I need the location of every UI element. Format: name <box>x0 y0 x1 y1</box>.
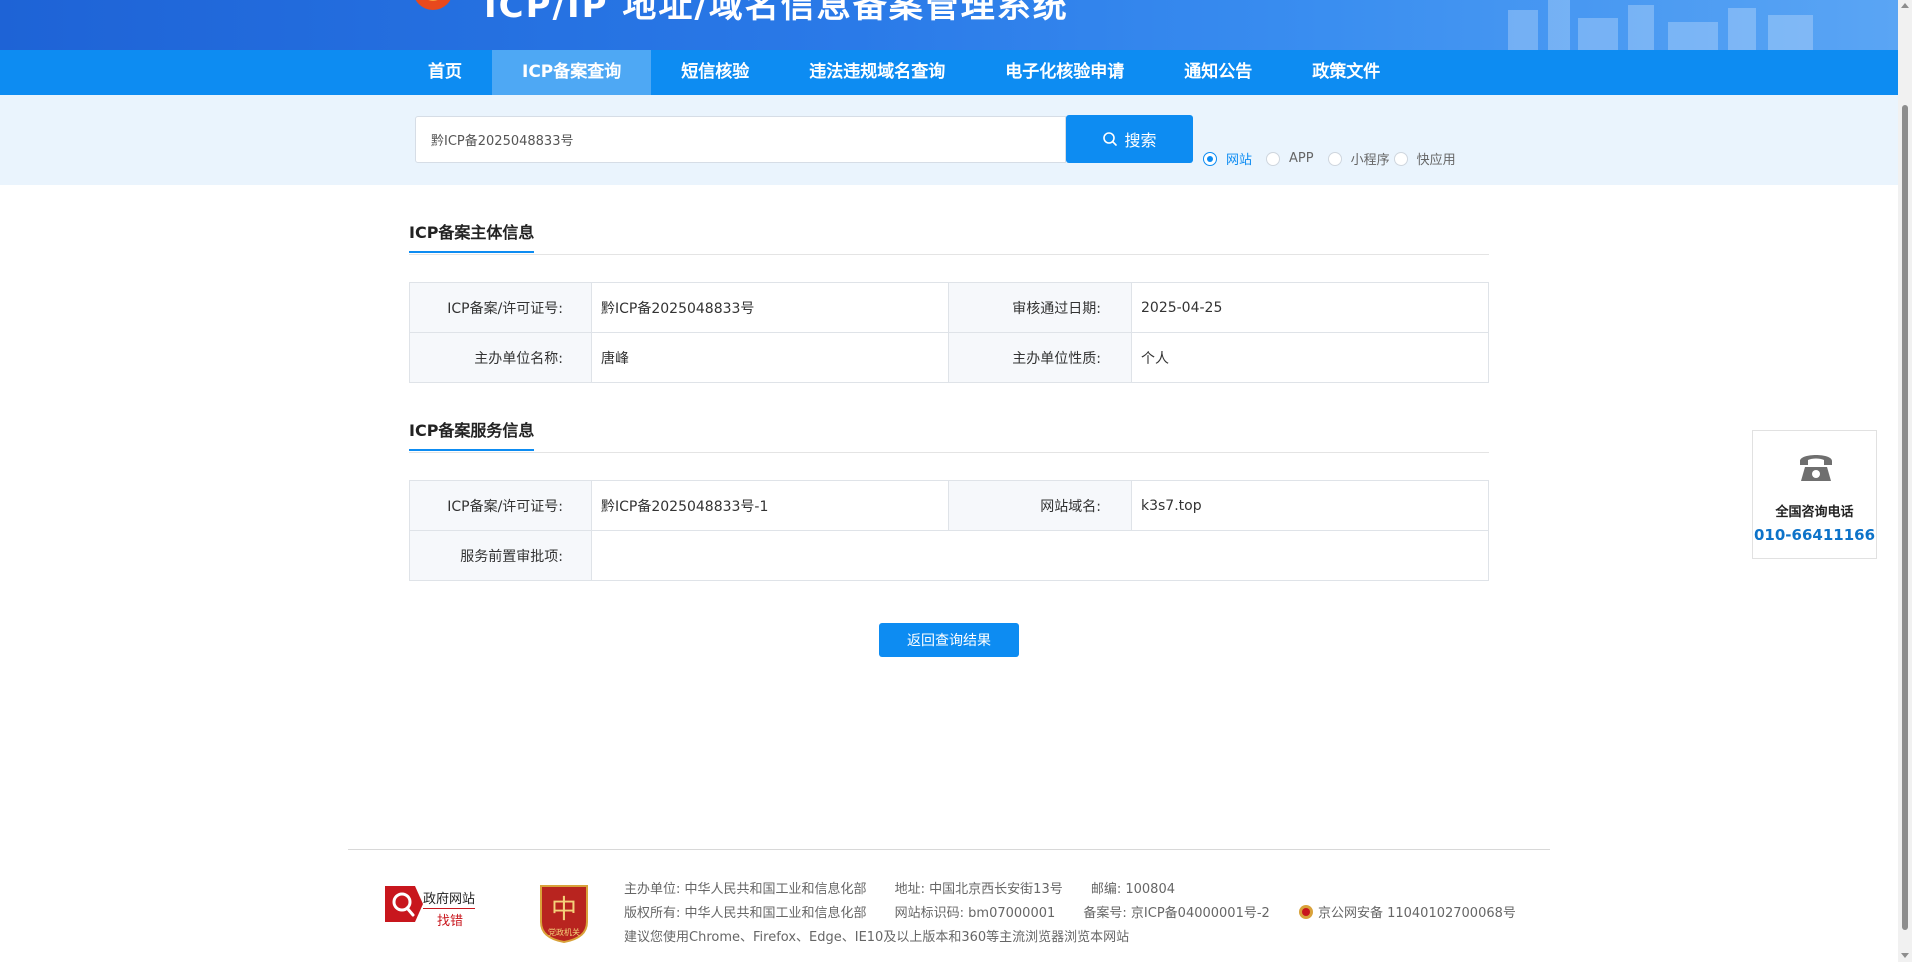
gov-site-error-badge[interactable]: 政府网站 找错 <box>385 882 485 929</box>
service-info-table: ICP备案/许可证号: 黔ICP备2025048833号-1 网站域名: k3s… <box>409 480 1489 581</box>
telephone-icon <box>1800 455 1832 481</box>
section-header: ICP备案主体信息 <box>409 207 1489 255</box>
page-scrollbar[interactable] <box>1898 0 1912 962</box>
subject-info-section: ICP备案主体信息 <box>409 207 1489 255</box>
footer-host: 主办单位: 中华人民共和国工业和信息化部 <box>624 882 867 897</box>
nav-item-illegal-domain-query[interactable]: 违法违规域名查询 <box>779 50 975 95</box>
party-gov-label: 党政机关 <box>548 928 580 937</box>
footer-address: 地址: 中国北京西长安街13号 <box>894 882 1063 897</box>
radio-label: 快应用 <box>1416 153 1456 168</box>
radio-dot <box>1203 151 1217 166</box>
phone-label: 全国咨询电话 <box>1775 505 1854 520</box>
org-name-key: 主办单位名称: <box>409 332 592 383</box>
section-title: ICP备案服务信息 <box>409 417 535 451</box>
radio-dot <box>1266 151 1281 166</box>
radio-dot <box>1327 151 1342 166</box>
nav-item-notices[interactable]: 通知公告 <box>1154 50 1282 95</box>
radio-label: 网站 <box>1226 153 1253 168</box>
scroll-up-arrow-icon[interactable] <box>1901 3 1909 8</box>
table-row: ICP备案/许可证号: 黔ICP备2025048833号 审核通过日期: 202… <box>409 282 1489 333</box>
pre-approval-value <box>591 530 1489 581</box>
magnifier-flag-icon <box>385 886 423 922</box>
radio-label: APP <box>1289 151 1314 166</box>
search-type-group: 网站 APP 小程序 快应用 <box>1203 149 1470 168</box>
table-row: 主办单位名称: 唐峰 主办单位性质: 个人 <box>409 332 1489 383</box>
scroll-down-arrow-icon[interactable] <box>1901 953 1909 958</box>
site-banner: ICP/IP 地址/域名信息备案管理系统 <box>0 0 1898 50</box>
main-nav: 首页 ICP备案查询 短信核验 违法违规域名查询 电子化核验申请 通知公告 政策… <box>0 50 1898 95</box>
nav-item-icp-query[interactable]: ICP备案查询 <box>492 50 652 95</box>
footer-row-3: 建议您使用Chrome、Firefox、Edge、IE10及以上版本和360等主… <box>624 926 1153 945</box>
section-header: ICP备案服务信息 <box>409 405 1489 453</box>
table-row: 服务前置审批项: <box>409 530 1489 581</box>
approve-date-value: 2025-04-25 <box>1131 282 1489 333</box>
svg-text:中: 中 <box>551 895 577 925</box>
footer-row-1: 主办单位: 中华人民共和国工业和信息化部 地址: 中国北京西长安街13号 邮编:… <box>624 878 1199 897</box>
radio-dot <box>1393 151 1408 166</box>
police-badge-icon <box>1298 905 1313 919</box>
section-title: ICP备案主体信息 <box>409 219 535 253</box>
badge-line2: 找错 <box>437 914 464 929</box>
org-name-value: 唐峰 <box>591 332 949 383</box>
nav-item-home[interactable]: 首页 <box>398 50 492 95</box>
search-button[interactable]: 搜索 <box>1066 115 1193 163</box>
search-icon <box>1103 132 1118 146</box>
table-row: ICP备案/许可证号: 黔ICP备2025048833号-1 网站域名: k3s… <box>409 480 1489 531</box>
radio-website[interactable]: 网站 <box>1203 149 1252 168</box>
back-to-results-button[interactable]: 返回查询结果 <box>879 623 1019 657</box>
site-title: ICP/IP 地址/域名信息备案管理系统 <box>484 0 1069 26</box>
service-info-section: ICP备案服务信息 <box>409 405 1489 453</box>
radio-label: 小程序 <box>1350 153 1390 168</box>
skyline-decoration <box>1508 0 1813 50</box>
site-logo-icon <box>415 0 451 10</box>
license-key: ICP备案/许可证号: <box>409 282 592 333</box>
nav-item-policy-docs[interactable]: 政策文件 <box>1282 50 1410 95</box>
scrollbar-thumb[interactable] <box>1902 105 1908 930</box>
service-license-key: ICP备案/许可证号: <box>409 480 592 531</box>
nav-list: 首页 ICP备案查询 短信核验 违法违规域名查询 电子化核验申请 通知公告 政策… <box>398 50 1410 95</box>
org-type-key: 主办单位性质: <box>948 332 1132 383</box>
footer-site-id: 网站标识码: bm07000001 <box>894 906 1056 921</box>
nav-item-sms-verify[interactable]: 短信核验 <box>651 50 779 95</box>
radio-app[interactable]: APP <box>1266 151 1314 166</box>
search-strip: 搜索 网站 APP 小程序 快应用 <box>0 95 1898 185</box>
org-type-value: 个人 <box>1131 332 1489 383</box>
license-value: 黔ICP备2025048833号 <box>591 282 949 333</box>
footer-icp[interactable]: 备案号: 京ICP备04000001号-2 <box>1083 906 1269 921</box>
service-license-value: 黔ICP备2025048833号-1 <box>591 480 949 531</box>
footer-row-2: 版权所有: 中华人民共和国工业和信息化部 网站标识码: bm07000001 备… <box>624 902 1540 921</box>
subject-info-table: ICP备案/许可证号: 黔ICP备2025048833号 审核通过日期: 202… <box>409 282 1489 383</box>
search-input[interactable] <box>416 117 1065 162</box>
pre-approval-key: 服务前置审批项: <box>409 530 592 581</box>
footer-police[interactable]: 京公网安备 11040102700068号 <box>1318 906 1516 921</box>
nav-item-e-verify-apply[interactable]: 电子化核验申请 <box>975 50 1154 95</box>
footer-copyright: 版权所有: 中华人民共和国工业和信息化部 <box>624 906 867 921</box>
radio-quick-app[interactable]: 快应用 <box>1393 149 1456 168</box>
search-box <box>415 116 1066 163</box>
domain-value: k3s7.top <box>1131 480 1489 531</box>
phone-widget[interactable]: 全国咨询电话 010-66411166 <box>1752 430 1877 559</box>
domain-key: 网站域名: <box>948 480 1132 531</box>
approve-date-key: 审核通过日期: <box>948 282 1132 333</box>
radio-mini-program[interactable]: 小程序 <box>1327 149 1390 168</box>
footer-postcode: 邮编: 100804 <box>1090 882 1175 897</box>
search-button-label: 搜索 <box>1124 131 1157 150</box>
footer-divider <box>348 849 1550 850</box>
footer-browser-tip: 建议您使用Chrome、Firefox、Edge、IE10及以上版本和360等主… <box>624 930 1130 945</box>
party-gov-badge[interactable]: 中 党政机关 <box>537 882 591 944</box>
badge-line1: 政府网站 <box>423 888 476 909</box>
phone-number: 010-66411166 <box>1753 526 1876 544</box>
